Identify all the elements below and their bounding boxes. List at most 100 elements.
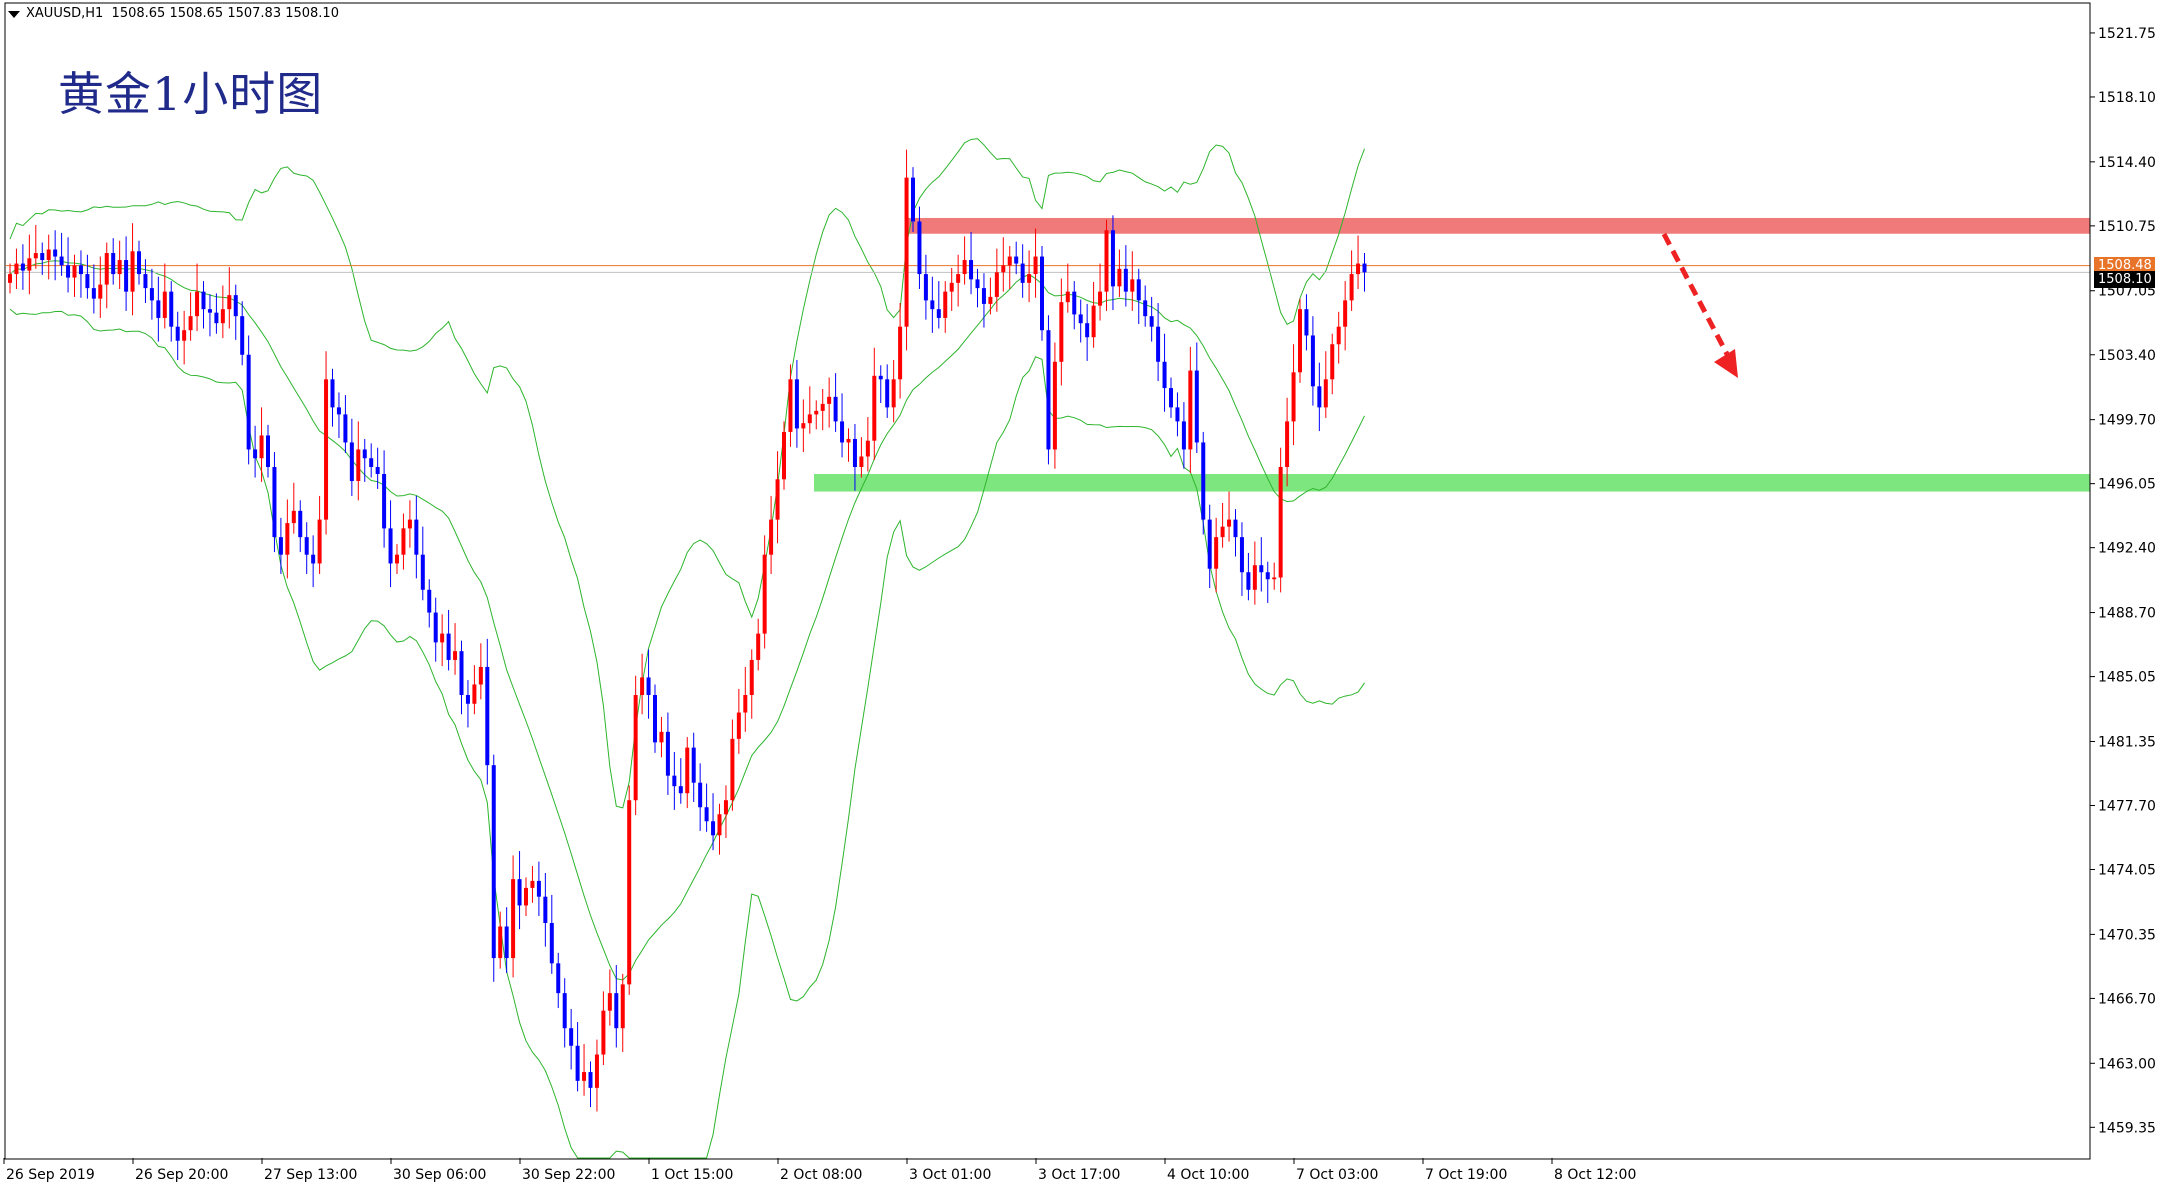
candle-body — [285, 523, 290, 555]
candle-body — [1104, 230, 1109, 292]
candle-body — [388, 528, 393, 564]
candle-body — [382, 474, 387, 529]
candle-body — [943, 291, 948, 318]
candle-body — [40, 253, 45, 261]
candle-body — [291, 510, 296, 524]
candle-body — [904, 177, 909, 327]
candle-body — [620, 984, 625, 1029]
candle-body — [962, 260, 967, 275]
y-tick-label: 1503.40 — [2098, 348, 2156, 364]
candle-body — [865, 440, 870, 457]
zones-layer — [814, 217, 2090, 492]
candle-body — [814, 410, 819, 415]
x-tick-label: 4 Oct 10:00 — [1167, 1167, 1249, 1183]
candle-body — [1033, 256, 1038, 275]
candle-body — [917, 221, 922, 275]
candle-body — [498, 926, 503, 959]
y-tick-label: 1459.35 — [2098, 1120, 2156, 1136]
candle-body — [723, 800, 728, 815]
candle-body — [85, 274, 90, 289]
candle-body — [53, 249, 58, 257]
candle-body — [582, 1072, 587, 1081]
candle-body — [756, 633, 761, 660]
candle-body — [1265, 572, 1270, 580]
candle-body — [562, 993, 567, 1029]
candle-body — [517, 879, 522, 906]
candle-body — [749, 659, 754, 695]
candle-body — [1085, 323, 1090, 338]
candle-body — [149, 288, 154, 301]
candle-body — [665, 731, 670, 776]
candle-body — [1136, 279, 1141, 301]
x-tick-label: 2 Oct 08:00 — [780, 1167, 862, 1183]
y-tick-label: 1466.70 — [2098, 991, 2156, 1007]
candlestick-chart[interactable]: 1521.751518.101514.401510.751507.051503.… — [0, 0, 2167, 1187]
candle-body — [936, 309, 941, 318]
candle-body — [59, 256, 64, 266]
candle-body — [891, 379, 896, 408]
candle-body — [1110, 230, 1115, 287]
candle-body — [575, 1045, 580, 1081]
candle-body — [1285, 421, 1290, 468]
chart-area[interactable]: 1521.75 1518.10 1514.40 1510.75 1507.05 1503.… — [0, 0, 2167, 1187]
candle-body — [601, 1010, 606, 1055]
candle-body — [994, 272, 999, 297]
candle-body — [543, 896, 548, 923]
x-tick-label: 3 Oct 01:00 — [909, 1167, 991, 1183]
candle-body — [175, 326, 180, 341]
bollinger-upper — [9, 138, 1365, 809]
candle-body — [1278, 467, 1283, 578]
candle-body — [195, 291, 200, 317]
candle-body — [698, 782, 703, 808]
candle-body — [240, 316, 245, 355]
candle-body — [98, 284, 103, 299]
candle-body — [949, 282, 954, 292]
candle-body — [827, 396, 832, 404]
candle-body — [356, 449, 361, 482]
candle-body — [298, 510, 303, 538]
candle-body — [336, 407, 341, 415]
candle-body — [259, 435, 264, 459]
candle-body — [27, 258, 32, 271]
candle-body — [885, 379, 890, 408]
candle-body — [1117, 268, 1122, 287]
candle-body — [594, 1054, 599, 1088]
candle-body — [807, 414, 812, 424]
candle-body — [485, 666, 490, 766]
candle-body — [420, 554, 425, 590]
candle-body — [833, 396, 838, 422]
candle-body — [930, 300, 935, 310]
candle-body — [104, 253, 109, 285]
symbol-menu-icon[interactable] — [8, 11, 20, 18]
candle-body — [717, 814, 722, 836]
candle-body — [207, 309, 212, 313]
candle-body — [975, 279, 980, 289]
candle-body — [536, 880, 541, 897]
support-zone — [814, 474, 2090, 492]
x-tick-label: 30 Sep 06:00 — [393, 1167, 486, 1183]
candle-body — [633, 694, 638, 801]
candle-body — [969, 260, 974, 280]
candle-body — [317, 519, 322, 564]
axes-layer: 1521.751518.101514.401510.751507.051503.… — [3, 2, 2156, 1183]
x-tick-label: 26 Sep 2019 — [6, 1167, 95, 1183]
candle-body — [349, 442, 354, 482]
candle-body — [304, 537, 309, 555]
candle-body — [1310, 335, 1315, 387]
x-tick-label: 7 Oct 19:00 — [1425, 1167, 1507, 1183]
candle-body — [530, 880, 535, 888]
symbol-header: XAUUSD,H1 1508.65 1508.65 1507.83 1508.1… — [26, 6, 339, 21]
candle-body — [911, 177, 915, 222]
candle-body — [1175, 407, 1180, 422]
candle-body — [588, 1072, 593, 1088]
x-tick-label: 27 Sep 13:00 — [264, 1167, 357, 1183]
candle-body — [678, 786, 683, 794]
candle-body — [91, 288, 96, 299]
candle-body — [369, 458, 374, 468]
candle-body — [1298, 309, 1302, 373]
candle-body — [1201, 442, 1206, 520]
candle-body — [711, 821, 716, 836]
candle-body — [614, 993, 619, 1029]
y-tick-label: 1485.05 — [2098, 670, 2156, 686]
y-tick-label: 1521.75 — [2098, 26, 2156, 42]
